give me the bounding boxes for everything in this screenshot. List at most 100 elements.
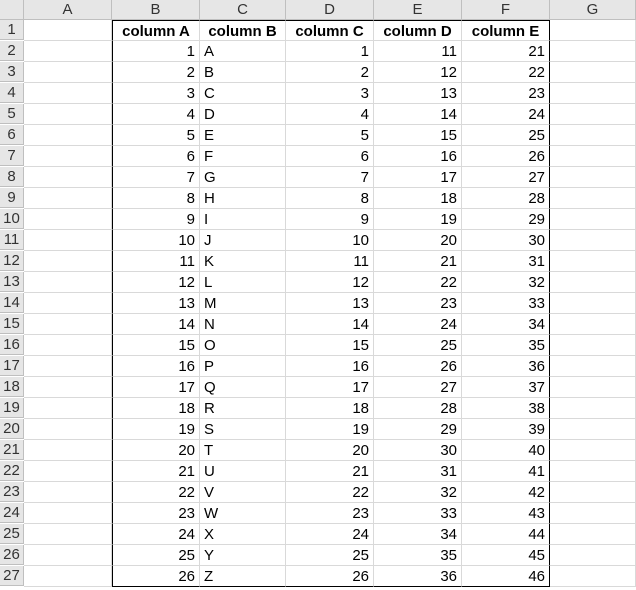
cell-B15[interactable]: 14 [112, 314, 200, 335]
cell-C8[interactable]: G [200, 167, 286, 188]
cell-D16[interactable]: 15 [286, 335, 374, 356]
cell-B17[interactable]: 16 [112, 356, 200, 377]
row-header-13[interactable]: 13 [0, 272, 24, 292]
row-header-11[interactable]: 11 [0, 230, 24, 250]
cell-D13[interactable]: 12 [286, 272, 374, 293]
cell-B7[interactable]: 6 [112, 146, 200, 167]
cell-D7[interactable]: 6 [286, 146, 374, 167]
cell-D20[interactable]: 19 [286, 419, 374, 440]
cell-D6[interactable]: 5 [286, 125, 374, 146]
cell-G16[interactable] [550, 335, 636, 356]
cell-D18[interactable]: 17 [286, 377, 374, 398]
cell-D26[interactable]: 25 [286, 545, 374, 566]
cell-B16[interactable]: 15 [112, 335, 200, 356]
cell-A13[interactable] [24, 272, 112, 293]
cell-B12[interactable]: 11 [112, 251, 200, 272]
cell-B23[interactable]: 22 [112, 482, 200, 503]
cell-G6[interactable] [550, 125, 636, 146]
cell-F17[interactable]: 36 [462, 356, 550, 377]
cell-D19[interactable]: 18 [286, 398, 374, 419]
cell-F12[interactable]: 31 [462, 251, 550, 272]
cell-E18[interactable]: 27 [374, 377, 462, 398]
corner-cell[interactable] [0, 0, 24, 20]
cell-E26[interactable]: 35 [374, 545, 462, 566]
cell-F10[interactable]: 29 [462, 209, 550, 230]
row-header-14[interactable]: 14 [0, 293, 24, 313]
cell-B5[interactable]: 4 [112, 104, 200, 125]
col-header-B[interactable]: B [112, 0, 200, 20]
cell-C17[interactable]: P [200, 356, 286, 377]
cell-G13[interactable] [550, 272, 636, 293]
cell-F25[interactable]: 44 [462, 524, 550, 545]
row-header-25[interactable]: 25 [0, 524, 24, 544]
cell-B2[interactable]: 1 [112, 41, 200, 62]
cell-A1[interactable] [24, 20, 112, 41]
cell-E11[interactable]: 20 [374, 230, 462, 251]
cell-C25[interactable]: X [200, 524, 286, 545]
cell-F7[interactable]: 26 [462, 146, 550, 167]
cell-F19[interactable]: 38 [462, 398, 550, 419]
cell-F26[interactable]: 45 [462, 545, 550, 566]
cell-F8[interactable]: 27 [462, 167, 550, 188]
cell-G27[interactable] [550, 566, 636, 587]
row-header-20[interactable]: 20 [0, 419, 24, 439]
cell-C5[interactable]: D [200, 104, 286, 125]
cell-E21[interactable]: 30 [374, 440, 462, 461]
cell-A12[interactable] [24, 251, 112, 272]
cell-C21[interactable]: T [200, 440, 286, 461]
row-header-6[interactable]: 6 [0, 125, 24, 145]
cell-D14[interactable]: 13 [286, 293, 374, 314]
cell-D15[interactable]: 14 [286, 314, 374, 335]
cell-B3[interactable]: 2 [112, 62, 200, 83]
cell-A7[interactable] [24, 146, 112, 167]
cell-F22[interactable]: 41 [462, 461, 550, 482]
cell-D5[interactable]: 4 [286, 104, 374, 125]
cell-B22[interactable]: 21 [112, 461, 200, 482]
cell-F14[interactable]: 33 [462, 293, 550, 314]
cell-F16[interactable]: 35 [462, 335, 550, 356]
cell-E8[interactable]: 17 [374, 167, 462, 188]
cell-F3[interactable]: 22 [462, 62, 550, 83]
cell-A10[interactable] [24, 209, 112, 230]
col-header-D[interactable]: D [286, 0, 374, 20]
cell-A15[interactable] [24, 314, 112, 335]
cell-G19[interactable] [550, 398, 636, 419]
cell-C27[interactable]: Z [200, 566, 286, 587]
cell-E9[interactable]: 18 [374, 188, 462, 209]
cell-C18[interactable]: Q [200, 377, 286, 398]
row-header-26[interactable]: 26 [0, 545, 24, 565]
cell-B8[interactable]: 7 [112, 167, 200, 188]
cell-E22[interactable]: 31 [374, 461, 462, 482]
cell-C3[interactable]: B [200, 62, 286, 83]
cell-B21[interactable]: 20 [112, 440, 200, 461]
cell-B10[interactable]: 9 [112, 209, 200, 230]
cell-E17[interactable]: 26 [374, 356, 462, 377]
cell-D9[interactable]: 8 [286, 188, 374, 209]
cell-B11[interactable]: 10 [112, 230, 200, 251]
cell-A22[interactable] [24, 461, 112, 482]
table-header-F[interactable]: column E [462, 20, 550, 41]
cell-D2[interactable]: 1 [286, 41, 374, 62]
table-header-C[interactable]: column B [200, 20, 286, 41]
cell-A23[interactable] [24, 482, 112, 503]
row-header-16[interactable]: 16 [0, 335, 24, 355]
row-header-10[interactable]: 10 [0, 209, 24, 229]
cell-G12[interactable] [550, 251, 636, 272]
row-header-27[interactable]: 27 [0, 566, 24, 586]
cell-G21[interactable] [550, 440, 636, 461]
cell-E19[interactable]: 28 [374, 398, 462, 419]
cell-D11[interactable]: 10 [286, 230, 374, 251]
cell-G10[interactable] [550, 209, 636, 230]
cell-B25[interactable]: 24 [112, 524, 200, 545]
cell-C7[interactable]: F [200, 146, 286, 167]
cell-G4[interactable] [550, 83, 636, 104]
cell-D10[interactable]: 9 [286, 209, 374, 230]
cell-A14[interactable] [24, 293, 112, 314]
cell-E7[interactable]: 16 [374, 146, 462, 167]
cell-E5[interactable]: 14 [374, 104, 462, 125]
row-header-18[interactable]: 18 [0, 377, 24, 397]
cell-C22[interactable]: U [200, 461, 286, 482]
cell-D12[interactable]: 11 [286, 251, 374, 272]
cell-F2[interactable]: 21 [462, 41, 550, 62]
cell-G18[interactable] [550, 377, 636, 398]
